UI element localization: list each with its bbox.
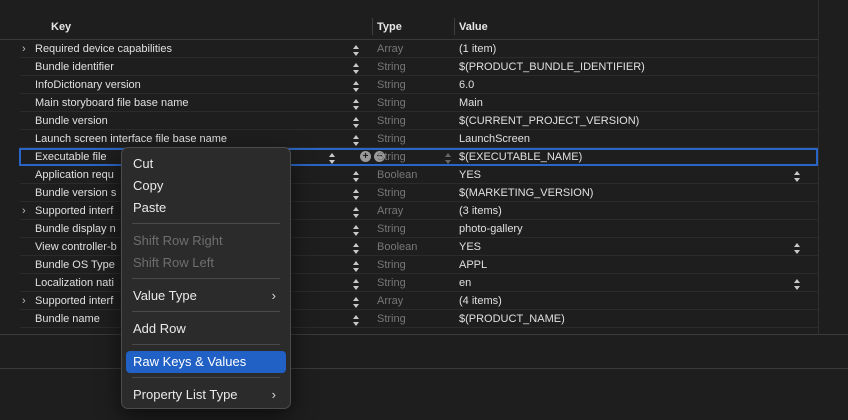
row-value[interactable]: YES [459,238,481,256]
column-divider[interactable] [454,18,455,35]
submenu-arrow-icon: › [271,288,276,303]
row-value[interactable]: $(EXECUTABLE_NAME) [459,148,582,166]
row-key[interactable]: Supported interf [35,202,113,220]
row-type[interactable]: Boolean [377,166,417,184]
table-row[interactable]: Bundle identifier String $(PRODUCT_BUNDLE_… [0,58,818,76]
row-value[interactable]: (1 item) [459,40,496,58]
row-key[interactable]: Launch screen interface file base name [35,130,227,148]
submenu-arrow-icon: › [271,387,276,402]
row-key[interactable]: Localization nati [35,274,114,292]
row-value[interactable]: $(MARKETING_VERSION) [459,184,593,202]
menu-item-shift-row-left: Shift Row Left [133,255,214,270]
menu-separator [132,344,280,345]
table-row[interactable]: Main storyboard file base name String Main [0,94,818,112]
row-value[interactable]: 6.0 [459,76,474,94]
menu-separator [132,377,280,378]
menu-item-add-row[interactable]: Add Row [126,318,286,340]
row-key[interactable]: InfoDictionary version [35,76,141,94]
row-type[interactable]: String [377,130,406,148]
table-row[interactable]: InfoDictionary version String 6.0 [0,76,818,94]
key-column-header[interactable]: Key [51,14,71,39]
menu-item-raw-keys-values[interactable]: Raw Keys & Values [126,351,286,373]
row-type[interactable]: Array [377,40,403,58]
row-value[interactable]: $(PRODUCT_BUNDLE_IDENTIFIER) [459,58,645,76]
row-type[interactable]: String [377,94,406,112]
menu-item-paste[interactable]: Paste [126,197,286,219]
row-type[interactable]: String [377,112,406,130]
row-type[interactable]: Array [377,292,403,310]
column-header: Key Type Value [0,14,818,40]
row-value[interactable]: $(CURRENT_PROJECT_VERSION) [459,112,639,130]
menu-separator [132,223,280,224]
row-key[interactable]: Supported interf [35,292,113,310]
row-value[interactable]: (4 items) [459,292,502,310]
row-key[interactable]: Application requ [35,166,114,184]
menu-item-copy[interactable]: Copy [126,175,286,197]
row-type[interactable]: Boolean [377,238,417,256]
row-value[interactable]: (3 items) [459,202,502,220]
row-type[interactable]: String [377,184,406,202]
row-key[interactable]: Bundle version s [35,184,116,202]
menu-item-cut[interactable]: Cut [126,153,286,175]
row-key[interactable]: View controller-b [35,238,117,256]
row-value[interactable]: $(PRODUCT_NAME) [459,310,565,328]
table-row[interactable]: › Required device capabilities Array (1 ite… [0,40,818,58]
row-value[interactable]: photo-gallery [459,220,523,238]
add-row-icon[interactable]: + [360,151,371,162]
row-key[interactable]: Required device capabilities [35,40,172,58]
context-menu: Cut Copy Paste Shift Row Right Shift Row… [121,147,291,409]
row-key[interactable]: Executable file [35,148,107,166]
menu-item-label: Value Type [133,288,197,303]
menu-item-value-type[interactable]: Value Type › [126,285,286,307]
table-right-edge [818,0,819,334]
menu-item-shift-row-right: Shift Row Right [133,233,223,248]
value-column-header[interactable]: Value [459,14,488,39]
row-key[interactable]: Bundle version [35,112,108,130]
row-type[interactable]: String [377,256,406,274]
row-key[interactable]: Main storyboard file base name [35,94,188,112]
row-type[interactable]: String [377,148,406,166]
menu-separator [132,278,280,279]
column-divider[interactable] [372,18,373,35]
row-key[interactable]: Bundle display n [35,220,116,238]
menu-item-property-list-type[interactable]: Property List Type › [126,384,286,406]
disclosure-chevron-icon[interactable]: › [22,202,26,220]
type-column-header[interactable]: Type [377,14,402,39]
row-key[interactable]: Bundle name [35,310,100,328]
key-stepper-icon[interactable] [353,314,360,332]
table-row[interactable]: Bundle version String $(CURRENT_PROJECT_VE… [0,112,818,130]
row-value[interactable]: APPL [459,256,487,274]
row-type[interactable]: Array [377,202,403,220]
menu-separator [132,311,280,312]
row-value[interactable]: LaunchScreen [459,130,530,148]
row-value[interactable]: YES [459,166,481,184]
row-type[interactable]: String [377,58,406,76]
row-value[interactable]: en [459,274,471,292]
row-key[interactable]: Bundle identifier [35,58,114,76]
table-row[interactable]: Launch screen interface file base name St… [0,130,818,148]
disclosure-chevron-icon[interactable]: › [22,40,26,58]
row-key[interactable]: Bundle OS Type [35,256,115,274]
row-value[interactable]: Main [459,94,483,112]
row-type[interactable]: String [377,76,406,94]
row-type[interactable]: String [377,220,406,238]
row-type[interactable]: String [377,274,406,292]
menu-item-label: Property List Type [133,387,238,402]
row-type[interactable]: String [377,310,406,328]
disclosure-chevron-icon[interactable]: › [22,292,26,310]
